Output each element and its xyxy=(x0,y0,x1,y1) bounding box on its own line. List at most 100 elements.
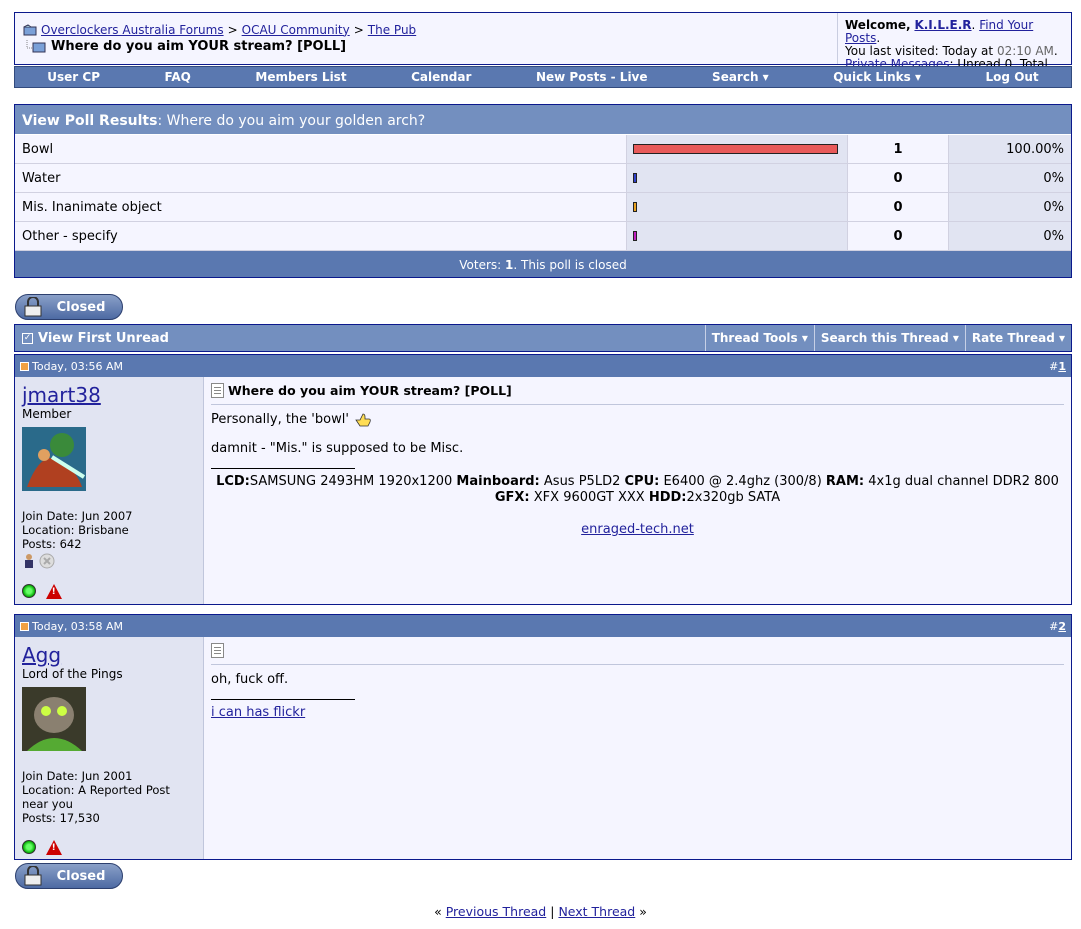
signature: LCD:SAMSUNG 2493HM 1920x1200 Mainboard: … xyxy=(211,474,1064,538)
sig-label: GFX: xyxy=(494,490,530,505)
right-arrow: » xyxy=(639,904,647,919)
poll-bar-cell xyxy=(627,135,848,163)
post-number-hash: # xyxy=(1049,359,1059,373)
post-text-line: oh, fuck off. xyxy=(211,672,289,687)
thread-folder-icon xyxy=(26,40,46,53)
lock-icon xyxy=(18,864,48,888)
last-visited-time: 02:10 AM xyxy=(996,44,1054,58)
breadcrumb-separator: > xyxy=(353,22,364,37)
post: Today, 03:56 AM #1 jmart38 Member Join D… xyxy=(14,354,1072,605)
nav-new-posts-live[interactable]: New Posts - Live xyxy=(536,70,648,84)
poll-vote-count: 1 xyxy=(848,135,949,163)
next-thread-link[interactable]: Next Thread xyxy=(558,904,635,919)
poll-percent: 0% xyxy=(949,222,1071,250)
sig-label: HDD: xyxy=(648,490,687,505)
post-document-icon xyxy=(211,643,224,658)
post-title-text: Where do you aim YOUR stream? [POLL] xyxy=(228,383,512,398)
sig-value: 2x320gb SATA xyxy=(686,490,781,505)
welcome-username-link[interactable]: K.I.L.E.R xyxy=(914,18,971,32)
main-navbar: User CP FAQ Members List Calendar New Po… xyxy=(14,66,1072,88)
post-content: oh, fuck off. i can has flickr xyxy=(204,637,1071,859)
user-location: Location: A Reported Post near you xyxy=(22,783,170,811)
sig-value: Asus P5LD2 xyxy=(543,474,621,489)
breadcrumb-pub-link[interactable]: The Pub xyxy=(368,23,416,37)
avatar xyxy=(22,427,86,491)
poll-bar xyxy=(633,202,637,212)
post-content: Where do you aim YOUR stream? [POLL] Per… xyxy=(204,377,1071,604)
poll-bar-cell xyxy=(627,193,848,221)
user-rank-icon xyxy=(25,554,33,568)
post-date: Today, 03:58 AM xyxy=(32,619,124,633)
closed-thread-button[interactable]: Closed xyxy=(15,294,123,320)
thread-navigation: « Previous Thread | Next Thread » xyxy=(0,904,1081,919)
post-document-icon xyxy=(211,383,224,398)
post-text-line-2: damnit - "Mis." is supposed to be Misc. xyxy=(211,441,464,456)
poll-closed-text: . This poll is closed xyxy=(513,258,627,272)
sig-value: 4x1g dual channel DDR2 800 xyxy=(868,474,1059,489)
signature-separator xyxy=(211,699,355,700)
poll-option-row: Mis. Inanimate object 0 0% xyxy=(15,193,1071,222)
left-arrow: « xyxy=(434,904,442,919)
forum-header: Overclockers Australia Forums > OCAU Com… xyxy=(14,12,1072,84)
poll-percent: 0% xyxy=(949,193,1071,221)
post-title: Where do you aim YOUR stream? [POLL] xyxy=(211,382,1064,405)
user-location: Location: Brisbane xyxy=(22,523,129,537)
poll-bar xyxy=(633,144,838,154)
post-username-link[interactable]: jmart38 xyxy=(22,383,196,407)
post-number-link[interactable]: 1 xyxy=(1058,360,1066,373)
nav-members-list[interactable]: Members List xyxy=(255,70,346,84)
poll-option-label: Mis. Inanimate object xyxy=(15,193,627,221)
signature-link[interactable]: i can has flickr xyxy=(211,705,305,720)
user-info: Agg Lord of the Pings Join Date: Jun 200… xyxy=(15,637,204,859)
closed-label: Closed xyxy=(56,299,106,315)
breadcrumb-separator: > xyxy=(227,22,238,37)
previous-thread-link[interactable]: Previous Thread xyxy=(446,904,547,919)
last-visited-label: You last visited: Today at xyxy=(845,44,994,58)
poll-option-label: Other - specify xyxy=(15,222,627,250)
signature-link[interactable]: enraged-tech.net xyxy=(581,522,694,537)
nav-user-cp[interactable]: User CP xyxy=(47,70,100,84)
post: Today, 03:58 AM #2 Agg Lord of the Pings… xyxy=(14,614,1072,860)
sig-label: CPU: xyxy=(624,474,660,489)
breadcrumb: Overclockers Australia Forums > OCAU Com… xyxy=(15,13,837,64)
search-thread-dropdown[interactable]: Search this Thread ▾ xyxy=(813,325,965,351)
sig-label: Mainboard: xyxy=(456,474,540,489)
nav-calendar[interactable]: Calendar xyxy=(411,70,471,84)
welcome-box: Welcome, K.I.L.E.R. Find Your Posts. You… xyxy=(837,13,1071,84)
lock-icon xyxy=(18,295,48,319)
poll-option-label: Bowl xyxy=(15,135,627,163)
sig-value: XFX 9600GT XXX xyxy=(533,490,645,505)
breadcrumb-forum-link[interactable]: Overclockers Australia Forums xyxy=(41,23,224,37)
post-username-link[interactable]: Agg xyxy=(22,643,196,667)
sig-value: SAMSUNG 2493HM 1920x1200 xyxy=(249,474,453,489)
poll-option-row: Bowl 1 100.00% xyxy=(15,135,1071,164)
nav-search-dropdown[interactable]: Search ▾ xyxy=(712,70,769,84)
user-title: Lord of the Pings xyxy=(22,667,123,681)
post-number-link[interactable]: 2 xyxy=(1058,620,1066,633)
poll-vote-count: 0 xyxy=(848,193,949,221)
first-unread-icon: ✓ xyxy=(22,332,33,344)
poll-percent: 100.00% xyxy=(949,135,1071,163)
thread-title: Where do you aim YOUR stream? [POLL] xyxy=(51,39,347,54)
view-first-unread-link[interactable]: ✓ View First Unread xyxy=(15,325,705,351)
post-title xyxy=(211,642,1064,665)
rate-thread-dropdown[interactable]: Rate Thread ▾ xyxy=(964,325,1071,351)
post-status-icon xyxy=(20,361,29,371)
nav-log-out[interactable]: Log Out xyxy=(986,70,1039,84)
report-post-icon[interactable] xyxy=(45,584,62,599)
report-post-icon[interactable] xyxy=(45,840,62,855)
poll-bar xyxy=(633,173,637,183)
voters-label: Voters: xyxy=(459,258,502,272)
thread-tools-dropdown[interactable]: Thread Tools ▾ xyxy=(704,325,814,351)
nav-faq[interactable]: FAQ xyxy=(165,70,191,84)
online-status-icon xyxy=(22,584,36,598)
breadcrumb-community-link[interactable]: OCAU Community xyxy=(242,23,350,37)
closed-label: Closed xyxy=(56,868,106,884)
sig-label: RAM: xyxy=(825,474,865,489)
post-header: Today, 03:58 AM #2 xyxy=(15,615,1071,637)
closed-thread-button[interactable]: Closed xyxy=(15,863,123,889)
poll-bar-cell xyxy=(627,164,848,192)
poll-bar-cell xyxy=(627,222,848,250)
nav-quick-links-dropdown[interactable]: Quick Links ▾ xyxy=(833,70,921,84)
poll-vote-count: 0 xyxy=(848,222,949,250)
